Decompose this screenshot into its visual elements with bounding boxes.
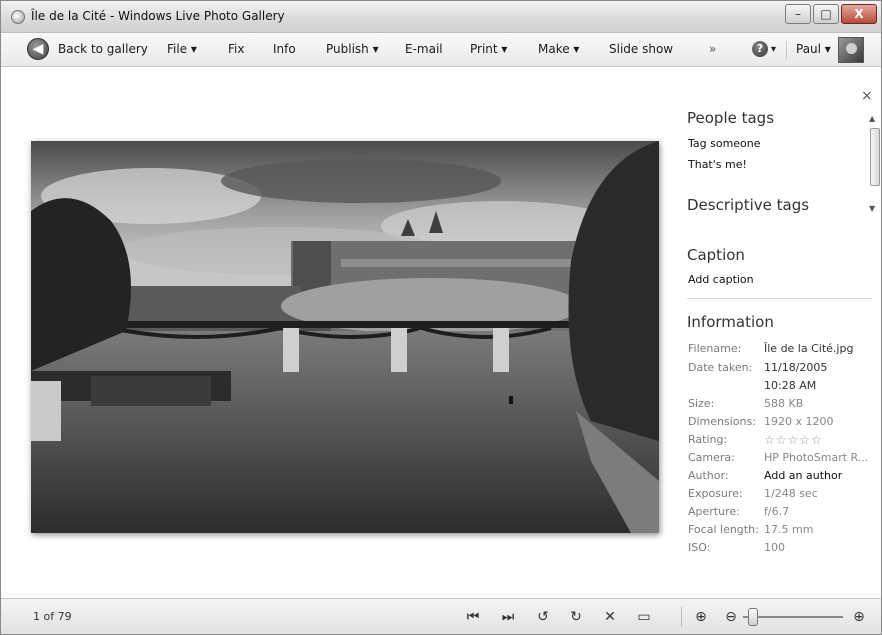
add-author-link[interactable]: Add an author — [764, 469, 842, 482]
iso-value: 100 — [764, 541, 785, 554]
info-label: Author: — [688, 469, 729, 482]
zoom-slider-track[interactable] — [743, 616, 843, 618]
zoom-in-icon[interactable]: ⊕ — [849, 607, 869, 627]
information-heading: Information — [687, 313, 774, 331]
toolbar: ◀ Back to gallery File ▾ Fix Info Publis… — [1, 33, 881, 67]
descriptive-tags-heading[interactable]: Descriptive tags — [687, 196, 809, 214]
exposure-value: 1/248 sec — [764, 487, 818, 500]
zoom-out-icon[interactable]: ⊖ — [721, 607, 741, 627]
info-row-iso: ISO: 100 — [688, 541, 878, 559]
overflow-chevron-icon[interactable]: » — [709, 42, 716, 56]
window-title: Île de la Cité - Windows Live Photo Gall… — [31, 9, 285, 23]
actual-size-icon[interactable]: ⊕ — [691, 607, 711, 627]
info-row-date: Date taken: 11/18/2005 — [688, 361, 878, 379]
focal-length-value: 17.5 mm — [764, 523, 814, 536]
info-label: Exposure: — [688, 487, 743, 500]
user-menu[interactable]: Paul ▾ — [796, 42, 831, 56]
panel-divider — [687, 298, 872, 299]
minimize-button[interactable]: – — [785, 4, 811, 24]
add-caption-link[interactable]: Add caption — [688, 273, 754, 286]
info-label: Size: — [688, 397, 715, 410]
app-icon[interactable] — [11, 10, 25, 24]
delete-icon[interactable]: ✕ — [600, 607, 620, 627]
info-label: Date taken: — [688, 361, 753, 374]
close-button[interactable]: X — [841, 4, 877, 24]
info-row-aperture: Aperture: f/6.7 — [688, 505, 878, 523]
caption-heading: Caption — [687, 246, 745, 264]
print-menu[interactable]: Print ▾ — [470, 42, 507, 56]
info-panel: People tags Tag someone That's me! Descr… — [679, 99, 879, 599]
people-tags-heading: People tags — [687, 109, 775, 127]
info-label: Focal length: — [688, 523, 759, 536]
info-row-dimensions: Dimensions: 1920 x 1200 — [688, 415, 878, 433]
info-label: Aperture: — [688, 505, 740, 518]
info-row-rating: Rating: ☆☆☆☆☆ — [688, 433, 878, 451]
photo-image — [31, 141, 659, 533]
aperture-value: f/6.7 — [764, 505, 790, 518]
previous-icon[interactable]: ⏮ — [463, 607, 483, 627]
toolbar-separator — [786, 41, 787, 59]
size-value: 588 KB — [764, 397, 804, 410]
filename-value[interactable]: Île de la Cité.jpg — [764, 342, 853, 355]
date-value[interactable]: 11/18/2005 — [764, 361, 827, 374]
back-to-gallery-button[interactable]: Back to gallery — [58, 42, 148, 56]
next-icon[interactable]: ⏭ — [498, 607, 518, 627]
info-button[interactable]: Info — [273, 42, 296, 56]
page-count: 1 of 79 — [33, 610, 72, 623]
statusbar-separator — [681, 607, 682, 627]
make-menu[interactable]: Make ▾ — [538, 42, 579, 56]
publish-menu[interactable]: Publish ▾ — [326, 42, 379, 56]
info-row-camera: Camera: HP PhotoSmart R... — [688, 451, 878, 469]
camera-value: HP PhotoSmart R... — [764, 451, 869, 464]
info-row-size: Size: 588 KB — [688, 397, 878, 415]
help-icon[interactable]: ? — [752, 41, 768, 57]
info-row-author: Author: Add an author — [688, 469, 878, 487]
slideshow-icon[interactable]: ▭ — [634, 607, 654, 627]
photo-gallery-window: Île de la Cité - Windows Live Photo Gall… — [0, 0, 882, 635]
user-avatar[interactable] — [838, 37, 864, 63]
tag-someone-link[interactable]: Tag someone — [688, 137, 761, 150]
info-row-exposure: Exposure: 1/248 sec — [688, 487, 878, 505]
rotate-clockwise-icon[interactable]: ↻ — [566, 607, 586, 627]
rotate-counterclockwise-icon[interactable]: ↺ — [533, 607, 553, 627]
fix-button[interactable]: Fix — [228, 42, 244, 56]
status-bar: 1 of 79 ⏮ ⏭ ↺ ↻ ✕ ▭ ⊕ ⊖ ⊕ — [1, 598, 881, 634]
info-label: ISO: — [688, 541, 711, 554]
thats-me-link[interactable]: That's me! — [688, 158, 747, 171]
title-bar: Île de la Cité - Windows Live Photo Gall… — [1, 1, 881, 33]
back-arrow-icon[interactable]: ◀ — [27, 38, 49, 60]
help-dropdown-arrow[interactable]: ▾ — [771, 44, 776, 55]
maximize-button[interactable]: □ — [813, 4, 839, 24]
info-row-time: 10:28 AM — [688, 379, 878, 397]
info-label: Camera: — [688, 451, 735, 464]
info-label: Rating: — [688, 433, 728, 446]
zoom-slider-thumb[interactable] — [748, 608, 758, 626]
info-label: Dimensions: — [688, 415, 756, 428]
email-button[interactable]: E-mail — [405, 42, 443, 56]
rating-stars-icon[interactable]: ☆☆☆☆☆ — [764, 433, 823, 447]
info-row-focal-length: Focal length: 17.5 mm — [688, 523, 878, 541]
time-value[interactable]: 10:28 AM — [764, 379, 816, 392]
info-row-filename: Filename: Île de la Cité.jpg — [688, 342, 878, 360]
main-photo[interactable] — [31, 141, 659, 533]
file-menu[interactable]: File ▾ — [167, 42, 197, 56]
slide-show-button[interactable]: Slide show — [609, 42, 673, 56]
dimensions-value: 1920 x 1200 — [764, 415, 834, 428]
info-label: Filename: — [688, 342, 742, 355]
